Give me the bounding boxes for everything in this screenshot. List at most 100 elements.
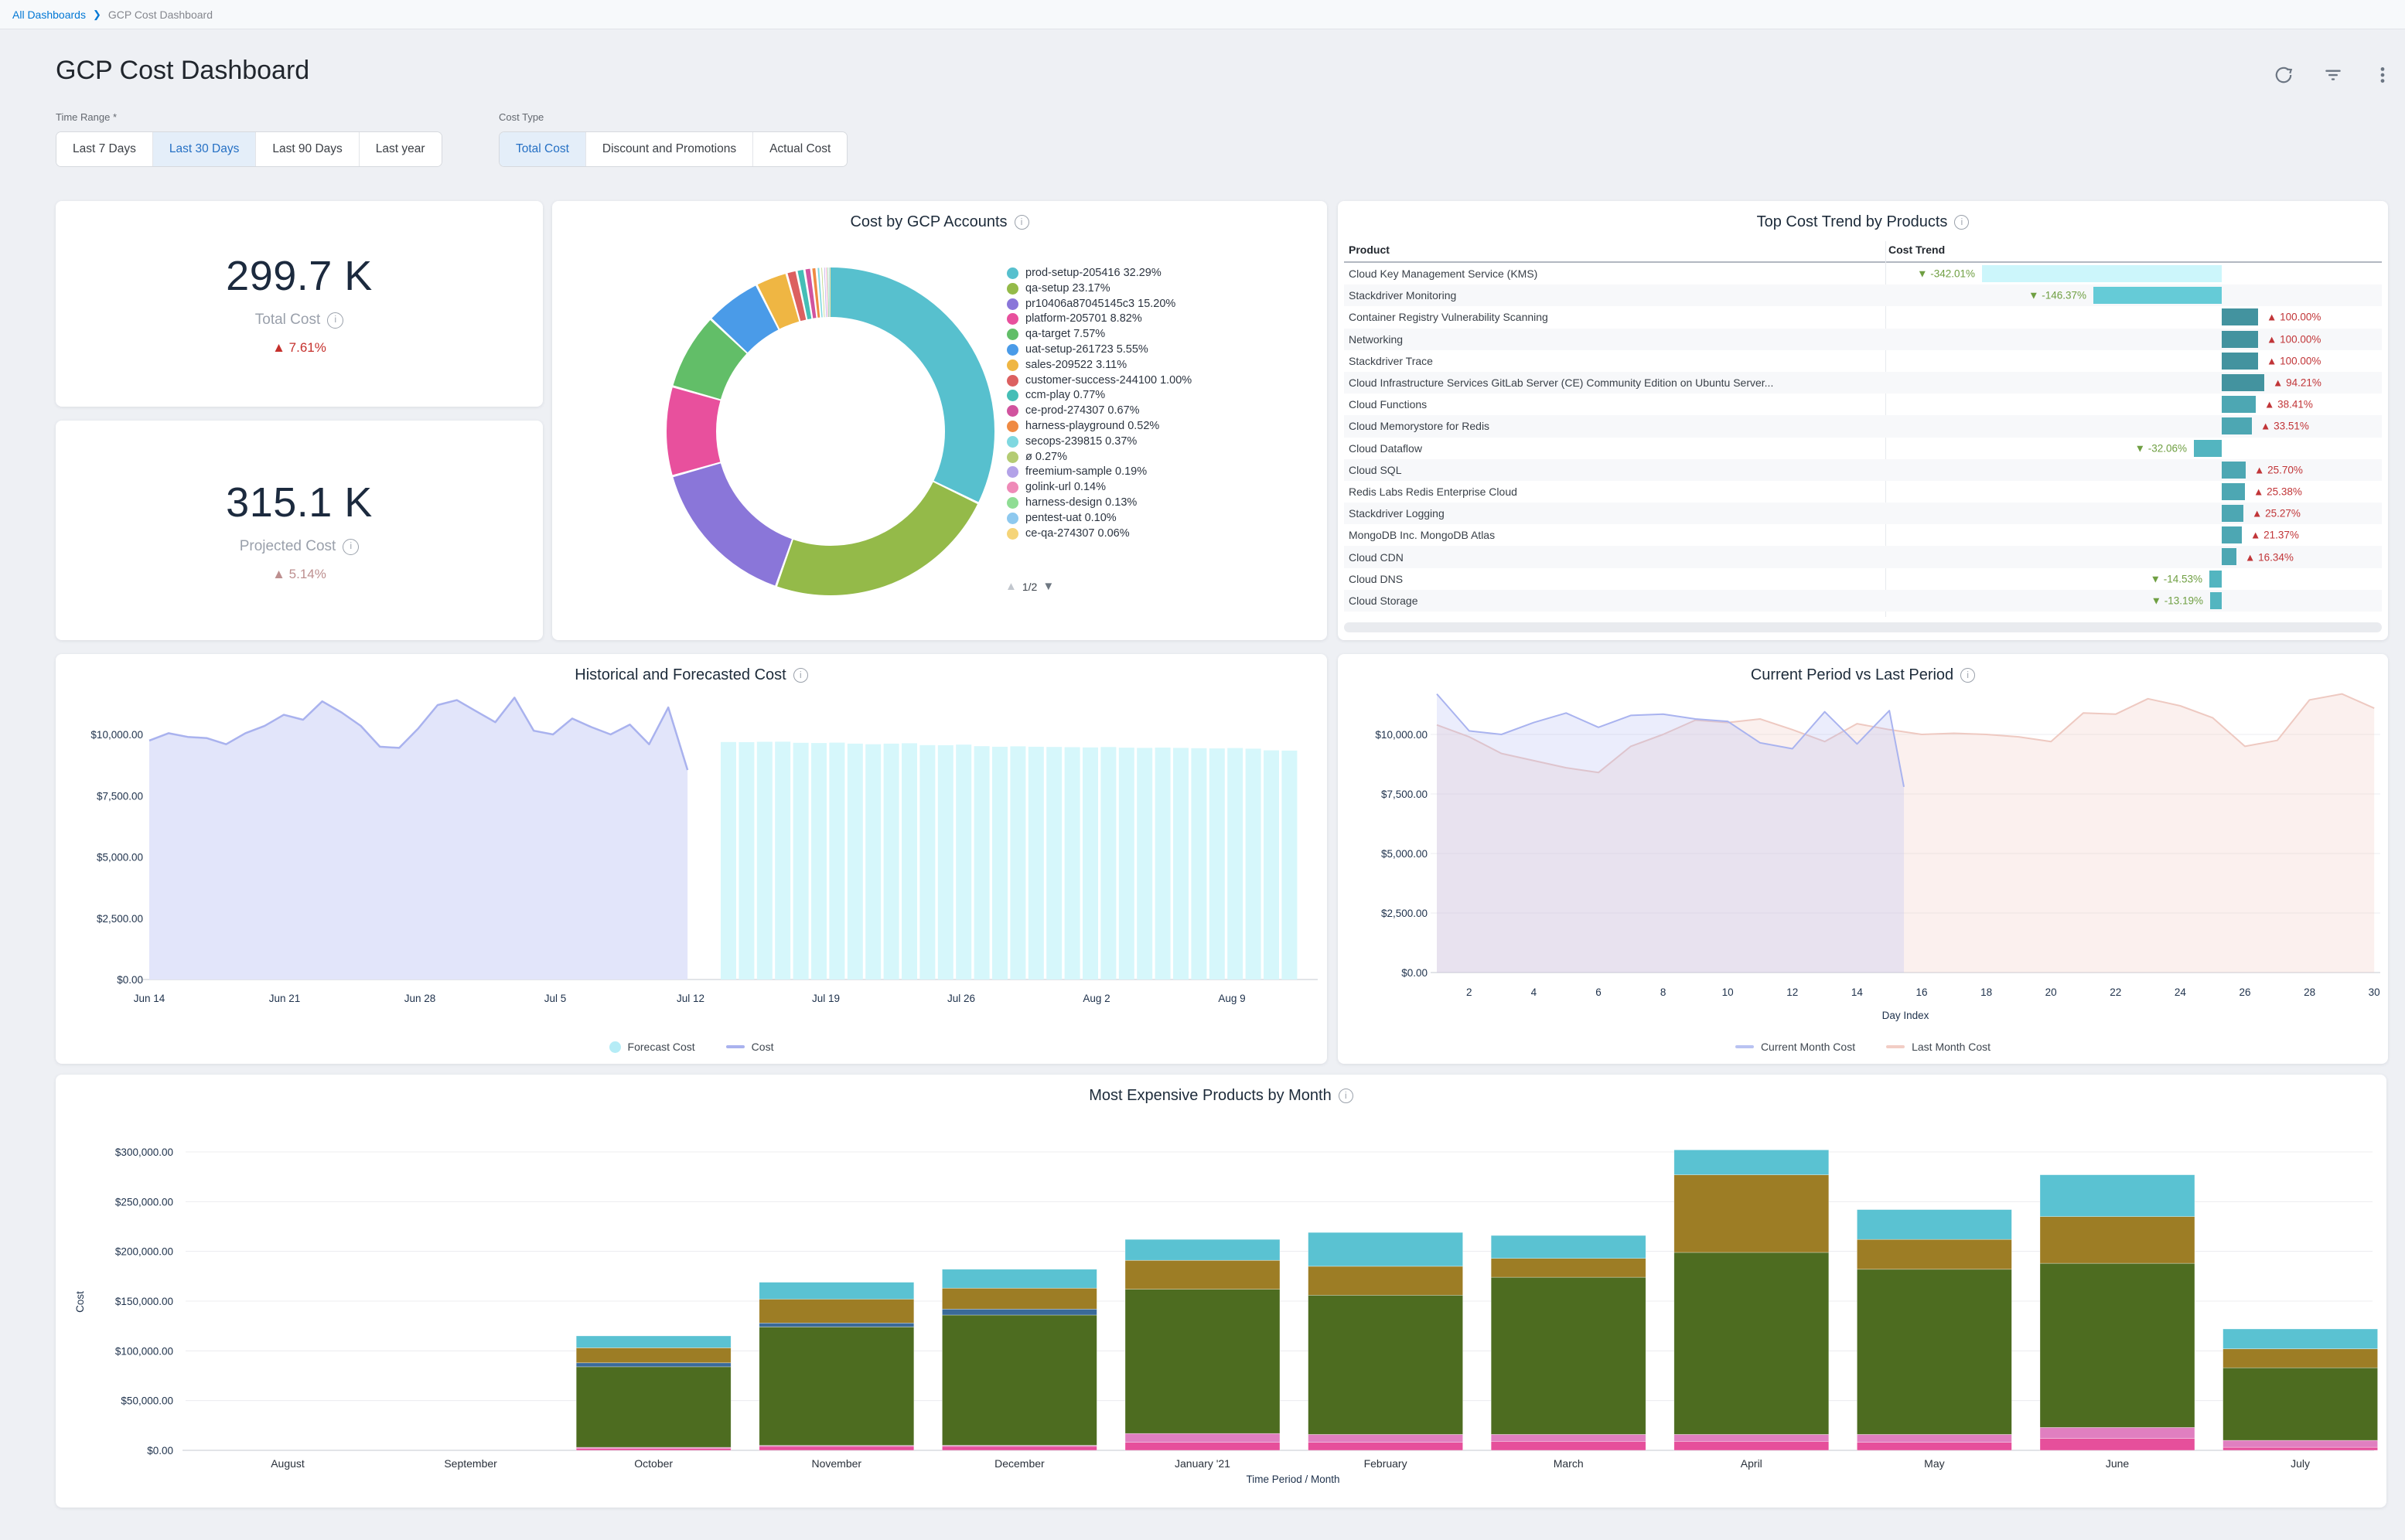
legend-page-up-icon[interactable] — [1005, 580, 1017, 593]
donut-legend-item[interactable]: harness-design 0.13% — [1007, 496, 1239, 511]
table-row[interactable]: Stackdriver Trace▲ 100.00% — [1344, 350, 2382, 372]
product-name: Cloud Infrastructure Services GitLab Ser… — [1344, 376, 1879, 389]
legend-pagination: 1/2 — [1005, 580, 1054, 593]
table-row[interactable]: Cloud Functions▲ 38.41% — [1344, 394, 2382, 415]
donut-legend-item[interactable]: ø 0.27% — [1007, 450, 1239, 465]
donut-legend-item[interactable]: customer-success-244100 1.00% — [1007, 373, 1239, 389]
svg-text:Jun 21: Jun 21 — [269, 993, 301, 1004]
legend-label: ø 0.27% — [1025, 450, 1219, 465]
donut-legend-item[interactable]: harness-playground 0.52% — [1007, 419, 1239, 434]
legend-item-cost[interactable]: Cost — [726, 1041, 774, 1053]
svg-text:$150,000.00: $150,000.00 — [115, 1296, 173, 1307]
table-row[interactable]: Cloud CDN▲ 16.34% — [1344, 546, 2382, 567]
cost-type-button-group: Total CostDiscount and PromotionsActual … — [499, 131, 848, 167]
table-row[interactable]: Stackdriver Monitoring ▼ -146.37% — [1344, 284, 2382, 306]
donut-legend-item[interactable]: qa-setup 23.17% — [1007, 281, 1239, 297]
refresh-icon — [2274, 65, 2294, 85]
time-range-option-last-7-days[interactable]: Last 7 Days — [56, 132, 152, 166]
svg-text:8: 8 — [1660, 986, 1666, 998]
svg-text:30: 30 — [2369, 986, 2380, 998]
legend-swatch — [1886, 1045, 1905, 1048]
column-header-product[interactable]: Product — [1349, 244, 1390, 256]
info-icon[interactable] — [327, 312, 343, 329]
table-row[interactable]: Cloud Dataflow▼ -32.06% — [1344, 438, 2382, 459]
cost-type-option-actual-cost[interactable]: Actual Cost — [752, 132, 847, 166]
legend-dot — [1007, 528, 1018, 540]
trend-value: ▲ 25.38% — [2253, 486, 2302, 497]
donut-legend-item[interactable]: uat-setup-261723 5.55% — [1007, 342, 1239, 358]
time-range-option-last-30-days[interactable]: Last 30 Days — [152, 132, 255, 166]
donut-legend-item[interactable]: ce-qa-274307 0.06% — [1007, 526, 1239, 542]
table-row[interactable]: Cloud DNS▼ -14.53% — [1344, 568, 2382, 590]
time-range-option-last-90-days[interactable]: Last 90 Days — [255, 132, 358, 166]
total-cost-label: Total Cost — [255, 312, 320, 329]
trend-bar — [2222, 483, 2245, 500]
trend-bar — [2222, 548, 2236, 565]
filter-button[interactable] — [2321, 63, 2345, 87]
legend-item-current-month-cost[interactable]: Current Month Cost — [1735, 1041, 1855, 1053]
donut-legend-item[interactable]: ccm-play 0.77% — [1007, 388, 1239, 404]
trend-value: ▼ -342.01% — [1917, 268, 1975, 280]
donut-legend-item[interactable]: prod-setup-205416 32.29% — [1007, 266, 1239, 281]
info-icon[interactable] — [1339, 1089, 1353, 1103]
legend-item-forecast-cost[interactable]: Forecast Cost — [609, 1041, 695, 1053]
table-row[interactable]: Stackdriver Logging▲ 25.27% — [1344, 503, 2382, 524]
donut-legend-item[interactable]: platform-205701 8.82% — [1007, 312, 1239, 327]
column-header-cost-trend[interactable]: Cost Trend — [1888, 244, 1945, 256]
table-row[interactable]: Cloud Key Management Service (KMS)▼ -342… — [1344, 263, 2382, 284]
donut-legend-item[interactable]: golink-url 0.14% — [1007, 480, 1239, 496]
time-range-label: Time Range * — [56, 111, 117, 123]
table-row[interactable]: Cloud SQL▲ 25.70% — [1344, 459, 2382, 481]
cost-type-option-total-cost[interactable]: Total Cost — [500, 132, 585, 166]
more-options-button[interactable] — [2371, 63, 2394, 87]
table-row[interactable]: Networking▲ 100.00% — [1344, 329, 2382, 350]
donut-legend-item[interactable]: pr10406a87045145c3 15.20% — [1007, 297, 1239, 312]
svg-text:$10,000.00: $10,000.00 — [1375, 729, 1428, 741]
donut-legend-item[interactable]: qa-target 7.57% — [1007, 327, 1239, 342]
legend-dot — [1007, 344, 1018, 356]
trend-value: ▲ 100.00% — [2267, 312, 2321, 323]
trend-value: ▼ -146.37% — [2028, 290, 2086, 302]
product-name: Networking — [1344, 333, 1879, 346]
info-icon[interactable] — [1954, 215, 1969, 230]
legend-page-down-icon[interactable] — [1042, 580, 1054, 593]
trend-value: ▲ 94.21% — [2273, 377, 2321, 389]
table-row[interactable]: Cloud Storage▼ -13.19% — [1344, 590, 2382, 612]
svg-text:$5,000.00: $5,000.00 — [1381, 848, 1428, 860]
refresh-button[interactable] — [2272, 63, 2295, 87]
svg-text:20: 20 — [2045, 986, 2057, 998]
donut-legend-item[interactable]: pentest-uat 0.10% — [1007, 511, 1239, 526]
time-range-option-last-year[interactable]: Last year — [359, 132, 442, 166]
info-icon[interactable] — [343, 539, 359, 555]
product-name: Cloud Storage — [1344, 595, 1879, 607]
donut-legend-item[interactable]: secops-239815 0.37% — [1007, 434, 1239, 450]
cost-trend-cell: ▲ 38.41% — [1879, 394, 2382, 415]
monthly-products-card: Most Expensive Products by Month $300,00… — [56, 1075, 2386, 1508]
legend-dot — [1007, 405, 1018, 417]
table-row[interactable]: MongoDB Inc. MongoDB Atlas▲ 21.37% — [1344, 524, 2382, 546]
cost-type-option-discount-and-promotions[interactable]: Discount and Promotions — [585, 132, 752, 166]
legend-label: harness-design 0.13% — [1025, 496, 1219, 511]
info-icon[interactable] — [1015, 215, 1029, 230]
svg-text:$100,000.00: $100,000.00 — [115, 1345, 173, 1357]
svg-text:Day Index: Day Index — [1882, 1010, 1929, 1021]
svg-text:24: 24 — [2175, 986, 2187, 998]
table-row[interactable]: Cloud Memorystore for Redis▲ 33.51% — [1344, 415, 2382, 437]
table-row[interactable]: Cloud Infrastructure Services GitLab Ser… — [1344, 372, 2382, 394]
legend-label: uat-setup-261723 5.55% — [1025, 342, 1219, 358]
cost-trend-cell: ▲ 25.70% — [1879, 459, 2382, 481]
svg-text:$50,000.00: $50,000.00 — [121, 1395, 173, 1407]
donut-legend-item[interactable]: freemium-sample 0.19% — [1007, 465, 1239, 480]
trend-bar — [2222, 417, 2252, 434]
horizontal-scrollbar[interactable] — [1344, 622, 2382, 632]
legend-dot — [1007, 359, 1018, 371]
table-row[interactable]: Container Registry Vulnerability Scannin… — [1344, 306, 2382, 328]
trend-bar — [2210, 592, 2222, 609]
product-name: Stackdriver Monitoring — [1344, 289, 1879, 302]
legend-item-last-month-cost[interactable]: Last Month Cost — [1886, 1041, 1991, 1053]
donut-legend-item[interactable]: sales-209522 3.11% — [1007, 358, 1239, 373]
donut-legend-item[interactable]: ce-prod-274307 0.67% — [1007, 404, 1239, 419]
breadcrumb-all-dashboards-link[interactable]: All Dashboards — [12, 9, 86, 21]
table-row[interactable]: Redis Labs Redis Enterprise Cloud▲ 25.38… — [1344, 481, 2382, 503]
legend-label: ce-qa-274307 0.06% — [1025, 526, 1219, 542]
